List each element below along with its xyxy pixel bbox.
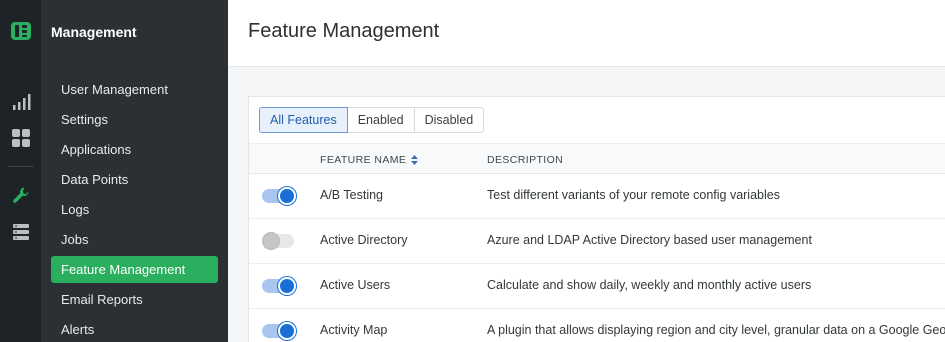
sidebar-item-alerts[interactable]: Alerts	[51, 315, 218, 342]
sidebar-menu: User Management Settings Applications Da…	[51, 75, 218, 342]
sidebar-item-user-management[interactable]: User Management	[51, 75, 218, 105]
tab-enabled[interactable]: Enabled	[346, 107, 415, 133]
sort-icon[interactable]	[411, 155, 419, 166]
feature-description: Test different variants of your remote c…	[487, 188, 780, 202]
sidebar: Management User Management Settings Appl…	[41, 0, 228, 342]
table-row: Active Directory Azure and LDAP Active D…	[249, 219, 945, 264]
tab-all-features[interactable]: All Features	[259, 107, 348, 133]
page-title: Feature Management	[248, 20, 440, 42]
database-icon[interactable]	[11, 222, 31, 242]
column-header-feature-name-label: FEATURE NAME	[320, 154, 407, 166]
sidebar-item-logs[interactable]: Logs	[51, 195, 218, 225]
sidebar-title: Management	[51, 24, 137, 40]
feature-name: Active Directory	[320, 233, 408, 247]
feature-description: A plugin that allows displaying region a…	[487, 323, 945, 337]
feature-toggle[interactable]	[262, 322, 296, 340]
table-header: FEATURE NAME DESCRIPTION	[249, 143, 945, 174]
feature-description: Azure and LDAP Active Directory based us…	[487, 233, 812, 247]
wrench-icon[interactable]	[11, 185, 31, 205]
feature-toggle[interactable]	[262, 232, 296, 250]
feature-name: A/B Testing	[320, 188, 384, 202]
feature-toggle[interactable]	[262, 277, 296, 295]
sidebar-item-settings[interactable]: Settings	[51, 105, 218, 135]
feature-description: Calculate and show daily, weekly and mon…	[487, 278, 812, 292]
feature-name: Activity Map	[320, 323, 388, 337]
feature-toggle[interactable]	[262, 187, 296, 205]
features-panel: All Features Enabled Disabled FEATURE NA…	[248, 96, 945, 342]
main-content: Feature Management All Features Enabled …	[228, 0, 945, 342]
table-row: Active Users Calculate and show daily, w…	[249, 264, 945, 309]
sidebar-item-jobs[interactable]: Jobs	[51, 225, 218, 255]
sidebar-item-email-reports[interactable]: Email Reports	[51, 285, 218, 315]
sidebar-item-data-points[interactable]: Data Points	[51, 165, 218, 195]
page-header: Feature Management	[228, 0, 945, 67]
column-header-feature-name[interactable]: FEATURE NAME	[320, 154, 419, 166]
table-row: A/B Testing Test different variants of y…	[249, 174, 945, 219]
sidebar-item-applications[interactable]: Applications	[51, 135, 218, 165]
table-row: Activity Map A plugin that allows displa…	[249, 309, 945, 342]
tab-disabled[interactable]: Disabled	[413, 107, 485, 133]
feature-name: Active Users	[320, 278, 391, 292]
dashboard-grid-icon[interactable]	[11, 128, 31, 148]
analytics-icon[interactable]	[11, 92, 31, 112]
filter-tabs: All Features Enabled Disabled	[259, 107, 485, 133]
rail-divider	[8, 166, 34, 167]
icon-rail	[0, 0, 41, 342]
logo-icon[interactable]	[10, 20, 32, 42]
sidebar-item-feature-management[interactable]: Feature Management	[51, 256, 218, 283]
column-header-description: DESCRIPTION	[487, 154, 564, 166]
